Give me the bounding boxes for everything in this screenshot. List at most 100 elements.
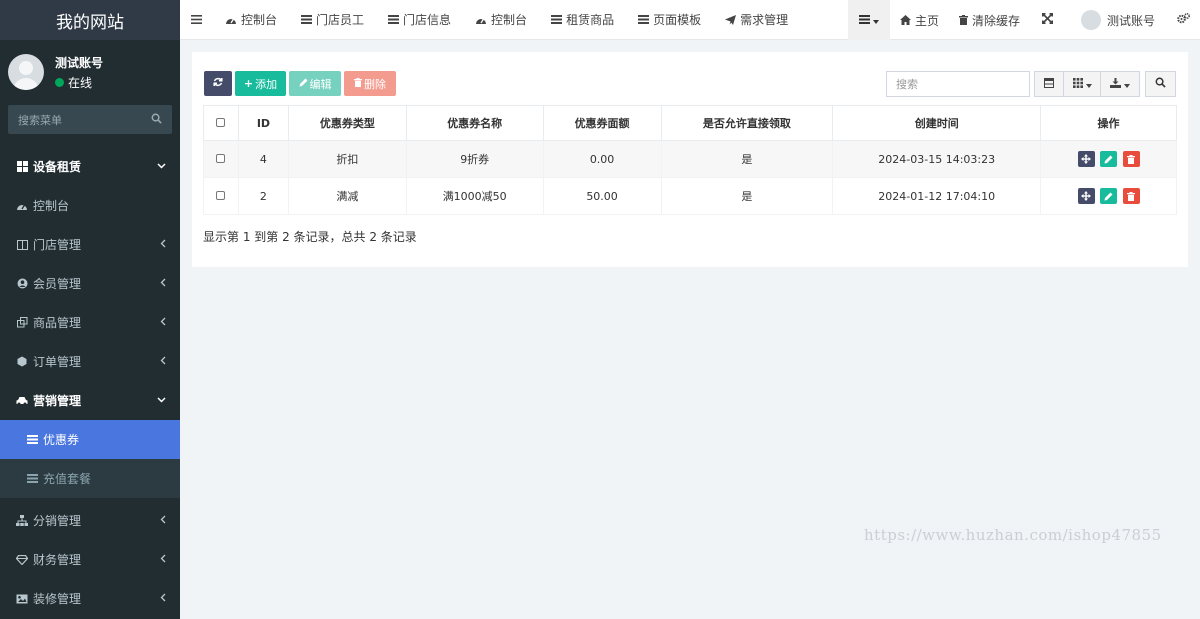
list-icon [551, 15, 563, 24]
list-icon [26, 434, 38, 446]
sidebar-item-label: 商品管理 [33, 316, 82, 330]
toggle-card-view-button[interactable] [1034, 71, 1064, 97]
sidebar-item-product[interactable]: 商品管理 [0, 303, 180, 342]
gears-icon [1177, 13, 1190, 27]
sidebar-item-equipment-rental[interactable]: 设备租赁 [0, 147, 180, 186]
sidebar-item-label: 设备租赁 [33, 160, 82, 174]
home-icon [899, 15, 911, 25]
caret-down-icon [1124, 77, 1130, 91]
expand-icon [1041, 13, 1053, 27]
table-row[interactable]: 2 满减 满1000减50 50.00 是 2024-01-12 17:04:1… [203, 177, 1177, 215]
list-icon [26, 473, 38, 485]
drag-sort-button[interactable] [1077, 188, 1095, 204]
arrows-icon [1081, 154, 1092, 164]
column-header-created[interactable]: 创建时间 [832, 105, 1042, 141]
cell-actions [1040, 140, 1177, 178]
fullscreen-button[interactable] [1030, 0, 1065, 40]
cell-created: 2024-01-12 17:04:10 [832, 177, 1042, 215]
dashboard-icon [475, 15, 487, 25]
sidebar-item-distribution[interactable]: 分销管理 [0, 501, 180, 540]
user-status-text: 在线 [68, 75, 93, 90]
caret-down-icon [1085, 77, 1092, 91]
online-dot-icon [55, 77, 64, 87]
chevron-left-icon [160, 278, 166, 290]
th-icon [1072, 77, 1083, 91]
table-row[interactable]: 4 折扣 9折券 0.00 是 2024-03-15 14:03:23 [203, 140, 1177, 178]
grid-icon [16, 161, 28, 173]
user-name: 测试账号 [55, 55, 104, 70]
sidebar-item-label: 优惠券 [43, 433, 80, 447]
cell-allow-direct[interactable]: 是 [660, 140, 834, 178]
sidebar-item-member[interactable]: 会员管理 [0, 264, 180, 303]
list-icon [388, 15, 400, 24]
row-delete-button[interactable] [1122, 188, 1140, 204]
sidebar-item-decoration[interactable]: 装修管理 [0, 579, 180, 618]
table-search-input[interactable]: 搜索 [886, 71, 1030, 97]
cell-id: 2 [237, 177, 289, 215]
delete-button[interactable]: 删除 [344, 71, 396, 96]
chevron-left-icon [160, 515, 166, 527]
tab-dashboard[interactable]: 控制台 [213, 0, 289, 40]
sidebar-item-recharge-package[interactable]: 充值套餐 [0, 459, 180, 498]
chevron-left-icon [160, 239, 166, 251]
cell-type: 满减 [287, 177, 407, 215]
sidebar-item-order[interactable]: 订单管理 [0, 342, 180, 381]
row-checkbox[interactable] [216, 190, 226, 200]
tab-list-dropdown-button[interactable] [847, 0, 890, 40]
list-icon [301, 15, 313, 24]
tab-page-templates[interactable]: 页面模板 [626, 0, 713, 40]
sidebar-item-store[interactable]: 门店管理 [0, 225, 180, 264]
search-icon [1155, 77, 1166, 91]
pagination-summary: 显示第 1 到第 2 条记录，总共 2 条记录 [203, 230, 417, 244]
sidebar-item-coupon[interactable]: 优惠券 [0, 420, 180, 459]
tab-label: 控制台 [491, 13, 528, 27]
tab-store-staff[interactable]: 门店员工 [289, 0, 376, 40]
columns-icon [16, 239, 28, 251]
tab-store-info[interactable]: 门店信息 [376, 0, 463, 40]
pencil-icon [1104, 192, 1113, 200]
select-all-checkbox[interactable] [216, 117, 226, 127]
export-dropdown-button[interactable] [1100, 71, 1140, 97]
cell-allow-direct[interactable]: 是 [660, 177, 834, 215]
refresh-icon [213, 77, 223, 90]
add-button[interactable]: + 添加 [235, 71, 286, 96]
coupon-table: ID 优惠券类型 优惠券名称 优惠券面额 是否允许直接领取 创建时间 操作 4 … [203, 105, 1177, 215]
site-logo[interactable]: 我的网站 [0, 0, 180, 40]
refresh-button[interactable] [204, 71, 232, 96]
column-header-type[interactable]: 优惠券类型 [287, 105, 407, 141]
advanced-search-button[interactable] [1145, 71, 1176, 97]
cell-amount: 0.00 [542, 140, 662, 178]
row-delete-button[interactable] [1122, 151, 1140, 167]
sidebar-item-finance[interactable]: 财务管理 [0, 540, 180, 579]
row-edit-button[interactable] [1100, 188, 1118, 204]
edit-button[interactable]: 编辑 [289, 71, 341, 96]
tab-demand-management[interactable]: 需求管理 [713, 0, 800, 40]
sidebar-item-label: 订单管理 [33, 355, 82, 369]
tab-dashboard-2[interactable]: 控制台 [463, 0, 539, 40]
drag-sort-button[interactable] [1077, 151, 1095, 167]
columns-dropdown-button[interactable] [1063, 71, 1101, 97]
sidebar-menu: 设备租赁 控制台 门店管理 会员管理 商品管理 订单管理 营销管理 优惠券 充值… [0, 147, 180, 618]
column-header-allow-direct[interactable]: 是否允许直接领取 [660, 105, 834, 141]
column-header-amount[interactable]: 优惠券面额 [542, 105, 662, 141]
row-edit-button[interactable] [1100, 151, 1118, 167]
image-icon [16, 593, 28, 605]
caret-down-icon [872, 13, 879, 27]
account-name: 测试账号 [1106, 13, 1155, 28]
column-header-name[interactable]: 优惠券名称 [405, 105, 544, 141]
sidebar-item-dashboard[interactable]: 控制台 [0, 186, 180, 225]
sidebar-item-marketing[interactable]: 营销管理 [0, 381, 180, 420]
cell-created: 2024-03-15 14:03:23 [832, 140, 1042, 178]
cell-type[interactable]: 折扣 [287, 140, 407, 178]
row-checkbox[interactable] [216, 153, 226, 163]
tab-label: 租赁商品 [566, 13, 615, 27]
menu-search-input[interactable]: 搜索菜单 [8, 105, 172, 134]
column-header-id[interactable]: ID [237, 105, 289, 141]
sidebar-toggle-button[interactable] [180, 0, 213, 40]
settings-button[interactable] [1167, 0, 1200, 40]
account-menu[interactable]: 测试账号 [1065, 0, 1167, 40]
home-link[interactable]: 主页 [890, 0, 949, 40]
sitemap-icon [16, 515, 28, 527]
tab-rental-products[interactable]: 租赁商品 [539, 0, 626, 40]
clear-cache-button[interactable]: 清除缓存 [949, 0, 1030, 40]
